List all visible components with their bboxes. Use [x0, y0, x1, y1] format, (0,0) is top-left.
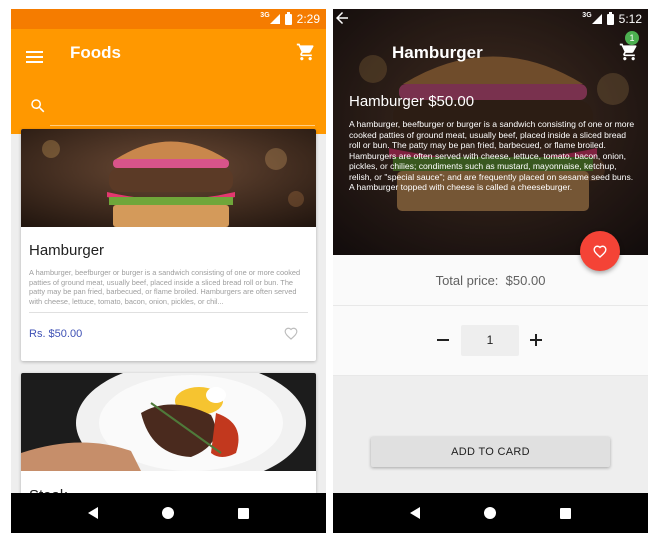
heart-icon: [593, 245, 607, 258]
nav-back-icon[interactable]: [88, 507, 98, 519]
cart-icon[interactable]: [296, 42, 316, 62]
action-area: [333, 375, 648, 493]
search-input[interactable]: [50, 99, 315, 123]
add-to-cart-button[interactable]: ADD TO CARD: [371, 437, 610, 467]
decrease-quantity-button[interactable]: [437, 339, 449, 341]
network-type: 3G: [582, 11, 592, 19]
back-arrow-icon[interactable]: [333, 9, 351, 27]
nav-back-icon[interactable]: [410, 507, 420, 519]
status-time: 2:29: [296, 12, 320, 26]
total-price-value: $50.00: [505, 273, 546, 288]
network-type: 3G: [260, 11, 270, 19]
page-title: Foods: [70, 43, 121, 62]
nav-home-icon[interactable]: [484, 507, 496, 519]
total-price-label: Total price:: [435, 273, 499, 288]
battery-icon: [284, 11, 292, 25]
divider: [333, 305, 648, 306]
search-icon: [31, 99, 45, 113]
total-price: Total price: $50.00: [333, 273, 648, 288]
foods-list-screen: 3G 2:29 Foods Hamburger A hamburger, bee…: [11, 9, 326, 533]
app-toolbar: Foods: [11, 29, 326, 134]
food-card[interactable]: Hamburger A hamburger, beefburger or bur…: [21, 129, 316, 361]
food-description: A hamburger, beefburger or burger is a s…: [29, 268, 301, 306]
hero-name-price: Hamburger $50.00: [349, 93, 475, 110]
system-nav-bar: [11, 493, 326, 533]
card-divider: [29, 312, 308, 313]
quantity-value: 1: [461, 325, 519, 356]
system-nav-bar: [333, 493, 648, 533]
food-title: Hamburger: [29, 242, 105, 259]
hero-image: 3G 5:12 Hamburger 1 Hamburger $50.00 A h…: [333, 9, 648, 255]
cart-count-badge: 1: [625, 31, 639, 45]
battery-icon: [606, 11, 614, 25]
page-title: Hamburger: [392, 43, 483, 62]
steak-image: [21, 373, 316, 471]
cart-icon[interactable]: [619, 42, 639, 62]
increase-quantity-button[interactable]: [530, 334, 542, 346]
menu-icon[interactable]: [26, 51, 43, 63]
nav-recents-icon[interactable]: [238, 507, 249, 519]
food-price: Rs. $50.00: [29, 328, 83, 340]
search-underline: [50, 125, 315, 126]
status-bar: 3G 5:12: [333, 9, 648, 29]
hamburger-image: [21, 129, 316, 227]
hero-description: A hamburger, beefburger or burger is a s…: [349, 119, 635, 192]
divider: [333, 375, 648, 376]
status-bar: 3G 2:29: [11, 9, 326, 29]
nav-home-icon[interactable]: [162, 507, 174, 519]
status-time: 5:12: [618, 12, 642, 26]
nav-recents-icon[interactable]: [560, 507, 571, 519]
signal-icon: [269, 14, 280, 24]
favorite-button[interactable]: [580, 231, 620, 271]
heart-icon[interactable]: [284, 327, 298, 340]
signal-icon: [591, 14, 602, 24]
food-detail-screen: 3G 5:12 Hamburger 1 Hamburger $50.00 A h…: [333, 9, 648, 533]
